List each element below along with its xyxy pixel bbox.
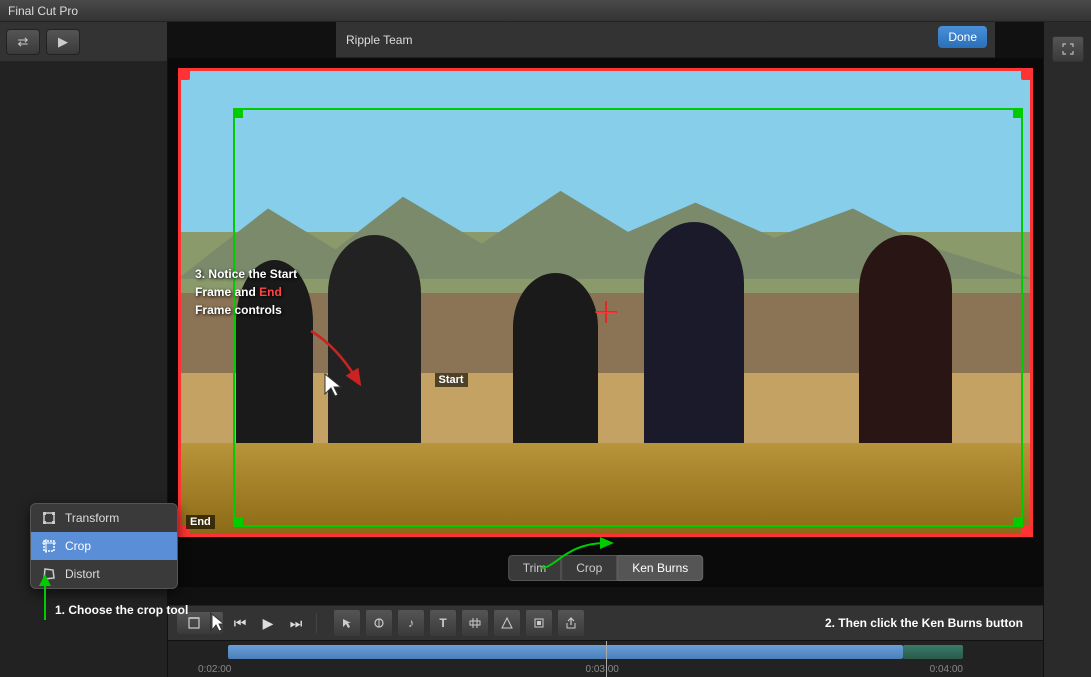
go-to-end-btn[interactable]: ⏭: [284, 611, 308, 635]
video-frame: End Start 3. Notice the Start Frame and …: [178, 68, 1033, 537]
transform-tools: ▼: [176, 611, 224, 635]
right-panel: [1043, 22, 1091, 677]
inspector-tool[interactable]: [525, 609, 553, 637]
audio-tool[interactable]: ♪: [397, 609, 425, 637]
people-area: [221, 209, 991, 467]
viewer-area: End Start 3. Notice the Start Frame and …: [168, 58, 1043, 587]
step2-annotation: 2. Then click the Ken Burns button: [825, 616, 1023, 630]
panel-title: Ripple Team: [346, 33, 412, 47]
play-small-btn[interactable]: ▶: [46, 29, 80, 55]
ground: [178, 443, 1033, 537]
center-viewer: Ripple Team 43% Done: [168, 22, 1043, 677]
crop-tabs-container: Trim Crop Ken Burns: [508, 555, 704, 581]
titles-tool[interactable]: T: [429, 609, 457, 637]
share-tool[interactable]: [557, 609, 585, 637]
playhead: [606, 641, 607, 677]
pointer-tool[interactable]: [333, 609, 361, 637]
left-panel-toolbar: ⇄ ▶: [0, 22, 167, 62]
tab-crop[interactable]: Crop: [561, 555, 617, 581]
blade-tool[interactable]: [365, 609, 393, 637]
menu-item-crop-label: Crop: [65, 539, 91, 553]
header-bar: Ripple Team 43%: [336, 22, 995, 58]
title-bar: Final Cut Pro: [0, 0, 1091, 22]
transform-icon: [41, 510, 57, 526]
done-button[interactable]: Done: [938, 26, 987, 48]
tab-trim[interactable]: Trim: [508, 555, 562, 581]
menu-item-transform-label: Transform: [65, 511, 119, 525]
tl-tools: ♪ T: [333, 609, 585, 637]
menu-item-distort[interactable]: Distort: [31, 560, 177, 588]
video-clip: [228, 645, 903, 659]
swap-icon-btn[interactable]: ⇄: [6, 29, 40, 55]
menu-item-transform[interactable]: Transform: [31, 504, 177, 532]
menu-item-distort-label: Distort: [65, 567, 100, 581]
keyer-tool[interactable]: [493, 609, 521, 637]
time-end: 0:04:00: [930, 664, 963, 675]
right-panel-tools: [1048, 30, 1088, 68]
timeline-toolbar: ▼ ⏮ ▶ ⏭ ♪ T: [168, 605, 1043, 641]
left-panel: ⇄ ▶ Transform: [0, 22, 168, 677]
dropdown-arrow[interactable]: ▼: [210, 611, 224, 635]
time-start: 0:02:00: [198, 664, 231, 675]
context-menu: Transform Crop Distort: [30, 503, 178, 589]
main-layout: ⇄ ▶ Transform: [0, 22, 1091, 677]
timeline-track: 0:02:00 0:03:00 0:04:00: [168, 641, 1043, 677]
app-title: Final Cut Pro: [8, 4, 78, 18]
distort-icon: [41, 566, 57, 582]
generator-tool[interactable]: [461, 609, 489, 637]
crop-tool-btn[interactable]: [176, 611, 210, 635]
crop-icon: [41, 538, 57, 554]
menu-item-crop[interactable]: Crop: [31, 532, 177, 560]
time-mid: 0:03:00: [586, 664, 619, 675]
go-to-start-btn[interactable]: ⏮: [228, 611, 252, 635]
tab-ken-burns[interactable]: Ken Burns: [617, 555, 703, 581]
fullscreen-btn[interactable]: [1052, 36, 1084, 62]
separator1: [316, 613, 317, 633]
audio-waveform: [903, 645, 963, 659]
play-btn[interactable]: ▶: [256, 611, 280, 635]
